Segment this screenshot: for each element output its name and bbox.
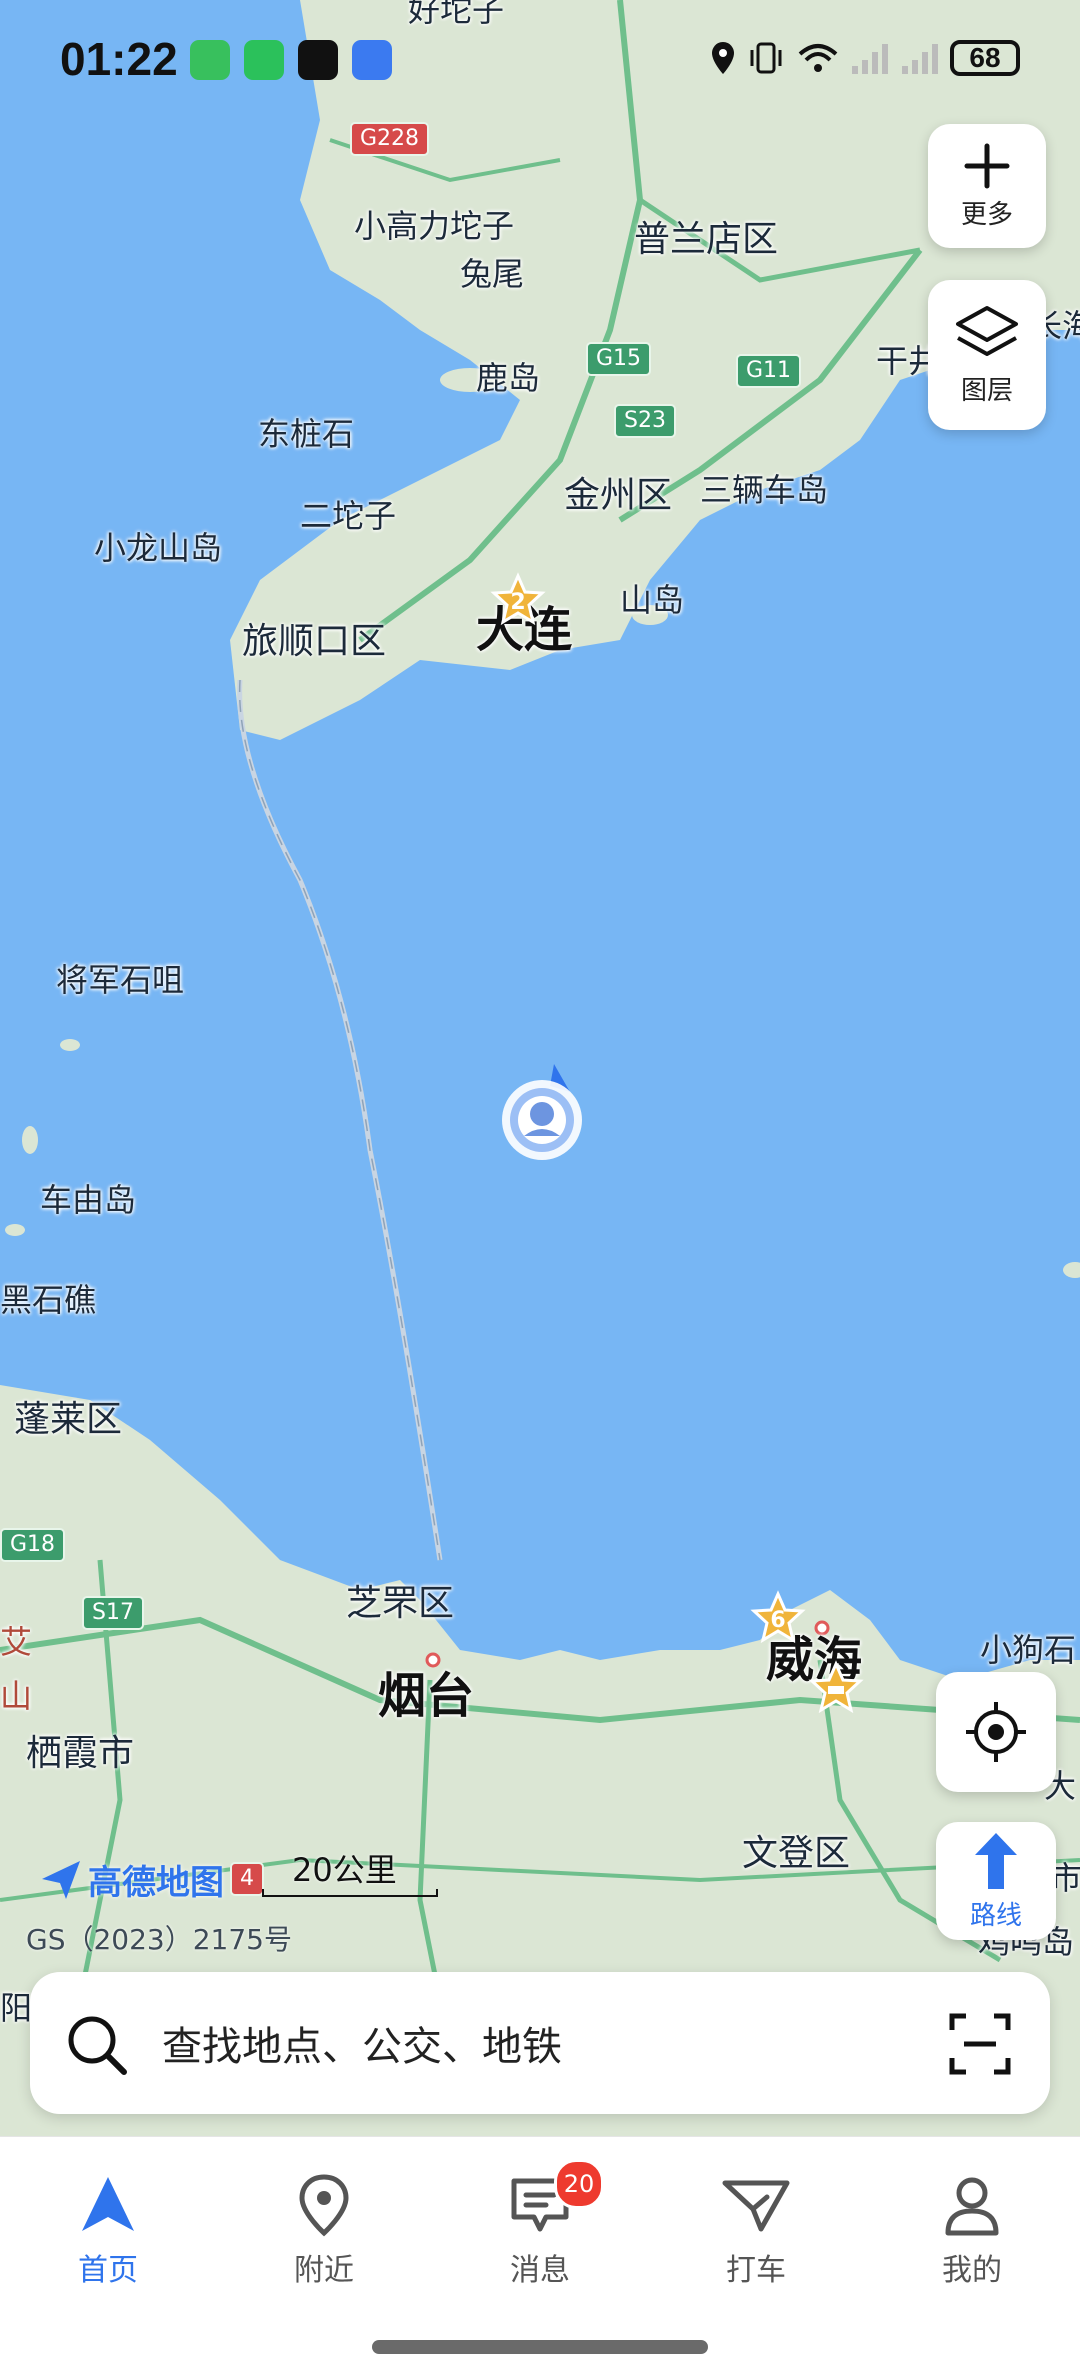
map-label: 鹿岛 — [476, 359, 541, 397]
scale-text: 20公里 — [292, 1851, 397, 1889]
nav-nearby[interactable]: 附近 — [234, 2173, 414, 2289]
map-label: 车由岛 — [40, 1181, 137, 1219]
plus-icon — [964, 143, 1010, 188]
road-shield-g11: G11 — [736, 354, 802, 388]
location-pin-icon — [299, 2174, 349, 2237]
road-shield-s23: S23 — [614, 404, 676, 438]
map-label: 小高力坨子 — [354, 207, 515, 245]
nav-taxi[interactable]: 打车 — [666, 2173, 846, 2289]
nav-taxi-label: 打车 — [726, 2253, 786, 2288]
search-icon — [68, 2016, 127, 2075]
signal-1-icon — [852, 44, 888, 74]
layers-label: 图层 — [960, 375, 1013, 406]
upload-icon — [352, 40, 392, 80]
map-label: 蓬莱区 — [14, 1399, 123, 1440]
scale-bar — [262, 1889, 438, 1897]
map-license-code: GS（2023）2175号 — [26, 1923, 292, 1956]
wechat-icon — [244, 40, 284, 80]
map-label: 二坨子 — [300, 497, 397, 535]
map-label: 将军石咀 — [56, 961, 185, 999]
more-label: 更多 — [960, 199, 1013, 230]
map-scale: 20公里 — [262, 1845, 438, 1897]
poi-cluster-weihai[interactable]: 6 — [750, 1590, 806, 1646]
user-icon — [945, 2177, 999, 2236]
more-button[interactable]: 更多 — [928, 124, 1046, 248]
brand-text: 高德地图 — [88, 1863, 224, 1903]
road-shield-g15: G15 — [586, 342, 652, 376]
nav-home-label: 首页 — [78, 2253, 138, 2288]
nav-mine-label: 我的 — [942, 2253, 1002, 2288]
status-indicators: 68 — [710, 40, 1020, 76]
xiaomi-icon — [190, 40, 230, 80]
nav-nearby-label: 附近 — [294, 2253, 354, 2288]
map-label: 普兰店区 — [634, 219, 779, 260]
yantai-dot — [425, 1652, 441, 1668]
island-west-3 — [5, 1224, 25, 1236]
map-label: 黑石礁 — [0, 1281, 97, 1319]
scan-icon[interactable] — [948, 2012, 1012, 2076]
nav-messages-label: 消息 — [510, 2253, 570, 2288]
battery-indicator: 68 — [950, 40, 1020, 76]
search-input[interactable]: 查找地点、公交、地铁 — [162, 2014, 562, 2072]
road-shield-s17: S17 — [82, 1596, 144, 1630]
map-label: 芝罘区 — [346, 1583, 455, 1624]
amap-logo-icon — [42, 1860, 80, 1899]
amap-brand: 高德地图 — [40, 1855, 224, 1904]
location-pin-icon — [712, 42, 734, 74]
nav-home[interactable]: 首页 — [18, 2173, 198, 2289]
hotel-star-icon — [808, 1660, 864, 1714]
status-time: 01:22 — [60, 33, 178, 85]
poi-count: 6 — [770, 1608, 786, 1633]
route-button[interactable]: 路线 — [936, 1822, 1056, 1940]
map-label: 栖霞市 — [26, 1733, 135, 1774]
search-bar[interactable]: 查找地点、公交、地铁 — [30, 1972, 1050, 2114]
layers-icon — [956, 305, 1018, 356]
map-label: 三辆车岛 — [700, 471, 829, 509]
road-shield-g228: G228 — [350, 122, 430, 156]
current-location-marker[interactable] — [496, 1062, 586, 1172]
home-navigation-icon — [82, 2177, 134, 2231]
locate-crosshair-icon — [966, 1702, 1026, 1762]
map-label: 文登区 — [742, 1833, 851, 1874]
home-indicator[interactable] — [372, 2340, 708, 2354]
vibrate-icon — [750, 42, 782, 74]
wifi-icon — [798, 44, 838, 72]
poi-count: 2 — [510, 590, 526, 615]
hotel-poi[interactable] — [808, 1660, 864, 1716]
map-label: 东桩石 — [258, 415, 355, 453]
island-west-1 — [60, 1039, 80, 1051]
poi-cluster-dalian[interactable]: 2 — [490, 572, 546, 628]
map-label: 旅顺口区 — [242, 621, 387, 662]
map-label: 金州区 — [564, 475, 673, 516]
nav-messages[interactable]: 20 消息 — [450, 2159, 630, 2289]
locate-button[interactable] — [936, 1672, 1056, 1792]
road-shield-g18: G18 — [0, 1528, 66, 1562]
map-screen: 好坨子 小高力坨子 兔尾 普兰店区 干井 长海 鹿岛 东桩石 二坨子 金州区 三… — [0, 0, 1080, 2373]
map-label: 兔尾 — [460, 255, 525, 293]
signal-2-icon — [902, 44, 938, 74]
map-label: 阳 — [0, 1989, 33, 2027]
status-bar: 01:22 68 — [0, 0, 1080, 120]
map-label: 小龙山岛 — [94, 529, 223, 567]
map-label: 艾 — [0, 1623, 33, 1661]
route-arrow-icon — [975, 1832, 1017, 1889]
map-label: 山岛 — [620, 581, 685, 619]
nav-mine[interactable]: 我的 — [882, 2173, 1062, 2289]
douyin-icon — [298, 40, 338, 80]
map-label: 山 — [0, 1677, 33, 1715]
route-label: 路线 — [969, 1900, 1022, 1931]
island-west-2 — [22, 1126, 38, 1154]
messages-badge: 20 — [554, 2159, 604, 2209]
taxi-icon — [722, 2180, 790, 2232]
bottom-nav: 首页 附近 20 消息 打车 我的 — [0, 2136, 1080, 2373]
map-label: 小狗石 — [980, 1631, 1077, 1669]
road-shield-g4: 4 — [230, 1862, 264, 1896]
map-label: 烟台 — [378, 1668, 475, 1724]
layers-button[interactable]: 图层 — [928, 280, 1046, 430]
